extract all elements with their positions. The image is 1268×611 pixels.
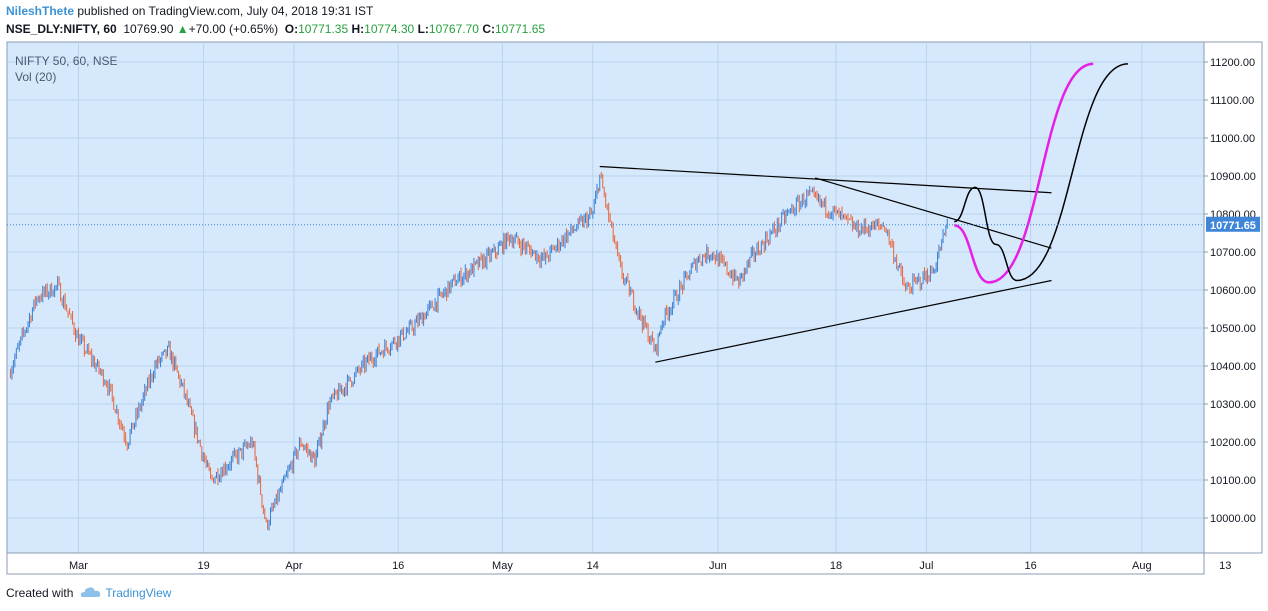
footer: Created with TradingView (6, 584, 171, 603)
time-tick-label: Apr (285, 560, 302, 572)
time-tick-label: 19 (197, 560, 209, 572)
price-tick-label: 10200.00 (1210, 437, 1256, 449)
price-tick-label: 10500.00 (1210, 323, 1256, 335)
time-tick-label: Mar (69, 560, 88, 572)
time-tick-label: 18 (830, 560, 842, 572)
price-tick-label: 11100.00 (1210, 95, 1254, 107)
time-tick-label: 14 (587, 560, 599, 572)
price-tick-label: 10600.00 (1210, 285, 1256, 297)
price-tick-label: 11000.00 (1210, 133, 1255, 145)
legend-title: NIFTY 50, 60, NSE (15, 54, 118, 68)
price-tick-label: 10300.00 (1210, 399, 1256, 411)
tradingview-cloud-icon (79, 585, 101, 603)
price-tick-label: 10900.00 (1210, 171, 1256, 183)
time-tick-label: Jul (919, 560, 933, 572)
time-tick-label: Jun (709, 560, 727, 572)
price-tick-label: 10700.00 (1210, 247, 1256, 259)
legend-indicator: Vol (20) (15, 70, 56, 84)
tradingview-brand-link[interactable]: TradingView (105, 586, 171, 600)
price-tick-label: 10100.00 (1210, 475, 1256, 487)
price-tick-label: 11200.00 (1210, 57, 1255, 69)
chart-plot-area[interactable] (6, 41, 1205, 554)
time-tick-label: May (492, 560, 513, 572)
time-tick-label: Aug (1132, 560, 1152, 572)
time-tick-label: 13 (1219, 560, 1231, 572)
price-tick-label: 10400.00 (1210, 361, 1256, 373)
time-tick-label: 16 (392, 560, 404, 572)
price-chart[interactable]: 10000.00 10100.00 10200.00 10300.00 10400.00… (0, 0, 1268, 611)
current-price-tag-text: 10771.65 (1210, 220, 1256, 232)
time-tick-label: 16 (1025, 560, 1037, 572)
created-with-label: Created with (6, 586, 74, 600)
price-tick-label: 10000.00 (1210, 513, 1256, 525)
